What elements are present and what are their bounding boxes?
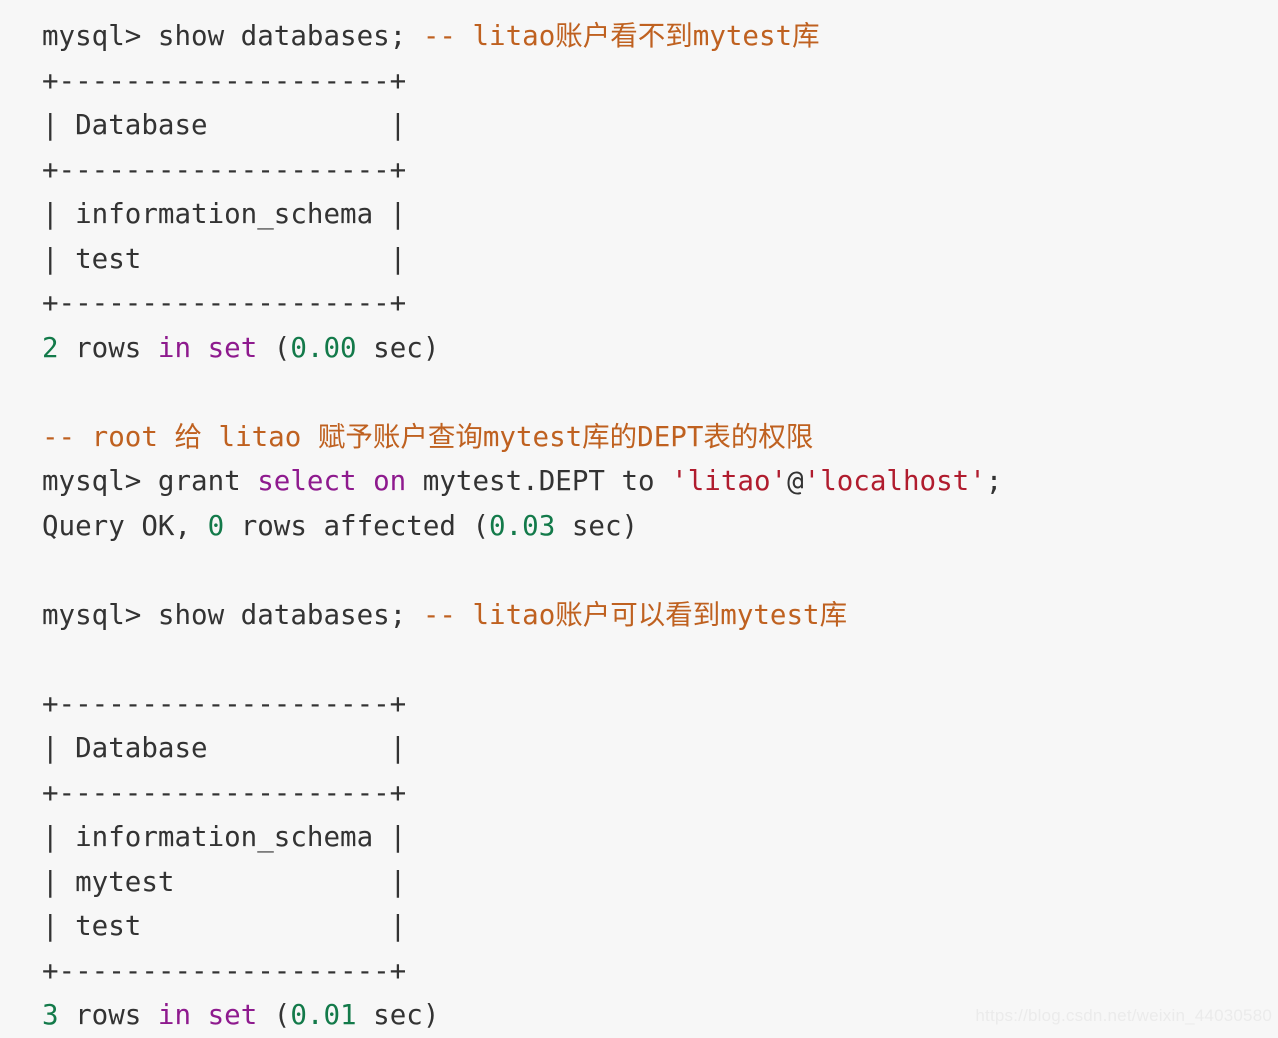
token-default: +--------------------+: [42, 954, 407, 987]
line-16-table2-top-border: +--------------------+: [42, 682, 1278, 727]
token-default: rows: [58, 331, 158, 364]
token-comment: -- litao账户可以看到mytest库: [422, 598, 848, 631]
token-string: 'localhost': [803, 465, 986, 497]
token-keyword: in set: [157, 999, 258, 1031]
line-15-blank: [42, 637, 1278, 682]
token-default: Query OK,: [42, 509, 208, 542]
token-default: rows: [58, 999, 158, 1031]
token-default: sec): [555, 509, 639, 542]
token-number: 0.00: [290, 331, 357, 364]
token-default: | Database |: [42, 732, 407, 764]
line-10-comment-grant-intent: -- root 给 litao 赋予账户查询mytest库的DEPT表的权限: [42, 415, 1278, 460]
token-default: (: [257, 999, 291, 1031]
token-default: +--------------------+: [42, 287, 407, 319]
token-default: mytest.: [406, 465, 539, 497]
line-7-table1-bottom-border: +--------------------+: [42, 281, 1278, 326]
line-19-table2-row-information-schema: | information_schema |: [42, 815, 1278, 860]
token-default: | test |: [42, 910, 407, 942]
token-number: 3: [42, 999, 59, 1031]
token-default: sec): [356, 331, 440, 364]
token-default: (: [257, 331, 291, 364]
line-20-table2-row-mytest: | mytest |: [42, 860, 1278, 905]
token-default: mysql> show databases;: [42, 20, 423, 52]
token-default: | information_schema |: [42, 821, 407, 853]
token-default: mysql> grant: [42, 465, 258, 497]
token-default: mysql> show databases;: [42, 598, 423, 631]
token-string: 'litao': [671, 465, 788, 497]
line-8-table1-rowcount: 2 rows in set (0.00 sec): [42, 326, 1278, 371]
line-12-query-ok: Query OK, 0 rows affected (0.03 sec): [42, 504, 1278, 549]
token-number: 2: [42, 331, 59, 364]
line-3-table1-header: | Database |: [42, 103, 1278, 148]
line-13-blank: [42, 548, 1278, 593]
token-default: sec): [356, 999, 440, 1031]
token-default: | information_schema |: [42, 198, 407, 230]
token-keyword: in set: [157, 331, 258, 364]
line-23-table2-rowcount: 3 rows in set (0.01 sec): [42, 993, 1278, 1038]
line-22-table2-bottom-border: +--------------------+: [42, 949, 1278, 994]
token-default: +--------------------+: [42, 776, 407, 809]
line-9-blank: [42, 370, 1278, 415]
token-default: | test |: [42, 242, 407, 275]
token-comment: -- litao账户看不到mytest库: [422, 20, 820, 52]
line-11-grant-statement: mysql> grant select on mytest.DEPT to 'l…: [42, 459, 1278, 504]
token-default: @: [787, 465, 804, 497]
line-14-show-databases-granted: mysql> show databases; -- litao账户可以看到myt…: [42, 593, 1278, 638]
terminal-transcript: mysql> show databases; -- litao账户看不到myte…: [42, 14, 1278, 1038]
line-5-table1-row-information-schema: | information_schema |: [42, 192, 1278, 237]
token-comment: -- root 给 litao 赋予账户查询mytest库的DEPT表的权限: [42, 420, 814, 453]
token-default: rows affected (: [224, 509, 490, 542]
line-2-table1-top-border: +--------------------+: [42, 59, 1278, 104]
line-17-table2-header: | Database |: [42, 726, 1278, 771]
token-default: | Database |: [42, 109, 407, 141]
line-21-table2-row-test: | test |: [42, 904, 1278, 949]
line-6-table1-row-test: | test |: [42, 237, 1278, 282]
token-identifier: DEPT: [538, 465, 605, 497]
token-number: 0.01: [290, 999, 357, 1031]
token-default: +--------------------+: [42, 153, 407, 186]
line-1-show-databases-restricted: mysql> show databases; -- litao账户看不到myte…: [42, 14, 1278, 59]
token-number: 0.03: [489, 509, 556, 542]
token-number: 0: [207, 509, 225, 542]
token-default: ;: [985, 465, 1003, 497]
token-default: | mytest |: [42, 865, 407, 898]
token-keyword: select on: [257, 465, 407, 497]
token-default: +--------------------+: [42, 64, 407, 97]
line-18-table2-header-sep: +--------------------+: [42, 771, 1278, 816]
token-default: to: [604, 465, 672, 497]
line-4-table1-header-sep: +--------------------+: [42, 148, 1278, 193]
token-default: +--------------------+: [42, 687, 407, 720]
